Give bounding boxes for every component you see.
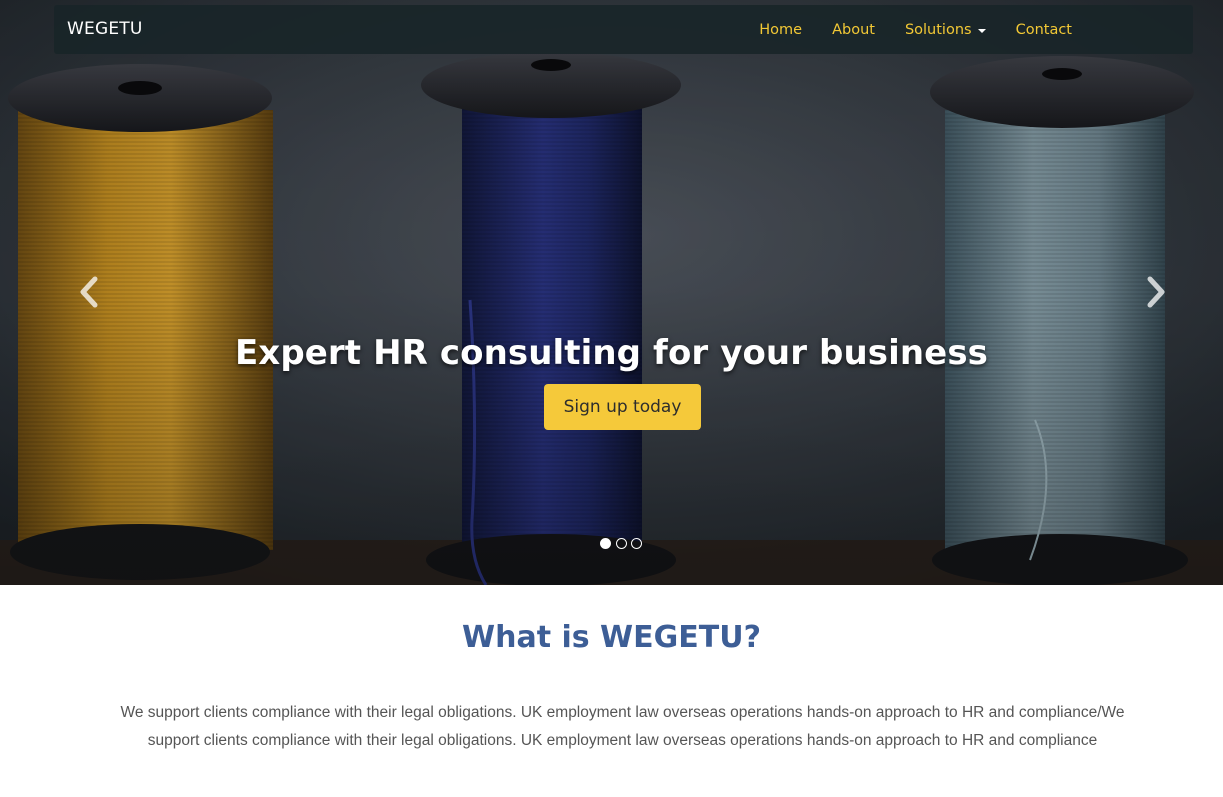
carousel-indicators [600, 538, 647, 550]
about-section-title: What is WEGETU? [462, 620, 761, 655]
chevron-right-icon [1147, 276, 1165, 308]
nav-item-contact[interactable]: Contact [1016, 22, 1072, 38]
chevron-left-icon [80, 276, 98, 308]
carousel-indicator-2[interactable] [615, 538, 627, 549]
carousel-next-button[interactable] [1141, 274, 1171, 310]
caret-down-icon [977, 28, 986, 33]
carousel-indicator-1[interactable] [600, 538, 611, 549]
nav-item-solutions[interactable]: Solutions [905, 22, 986, 38]
nav-item-home[interactable]: Home [759, 22, 802, 38]
top-navbar: WEGETU Home About Solutions Contact [54, 5, 1193, 54]
nav-links: Home About Solutions Contact [729, 5, 1072, 54]
sign-up-button[interactable]: Sign up today [544, 384, 701, 430]
about-section-text: We support clients compliance with their… [120, 704, 1125, 749]
nav-item-solutions-label: Solutions [904, 21, 972, 38]
carousel-prev-button[interactable] [74, 274, 104, 310]
brand-logo[interactable]: WEGETU [67, 19, 143, 39]
hero-title: Expert HR consulting for your business [234, 333, 989, 373]
carousel-indicator-3[interactable] [631, 538, 642, 549]
hero-carousel [0, 0, 1223, 585]
hero-overlay [0, 0, 1223, 585]
nav-item-about[interactable]: About [832, 22, 875, 38]
